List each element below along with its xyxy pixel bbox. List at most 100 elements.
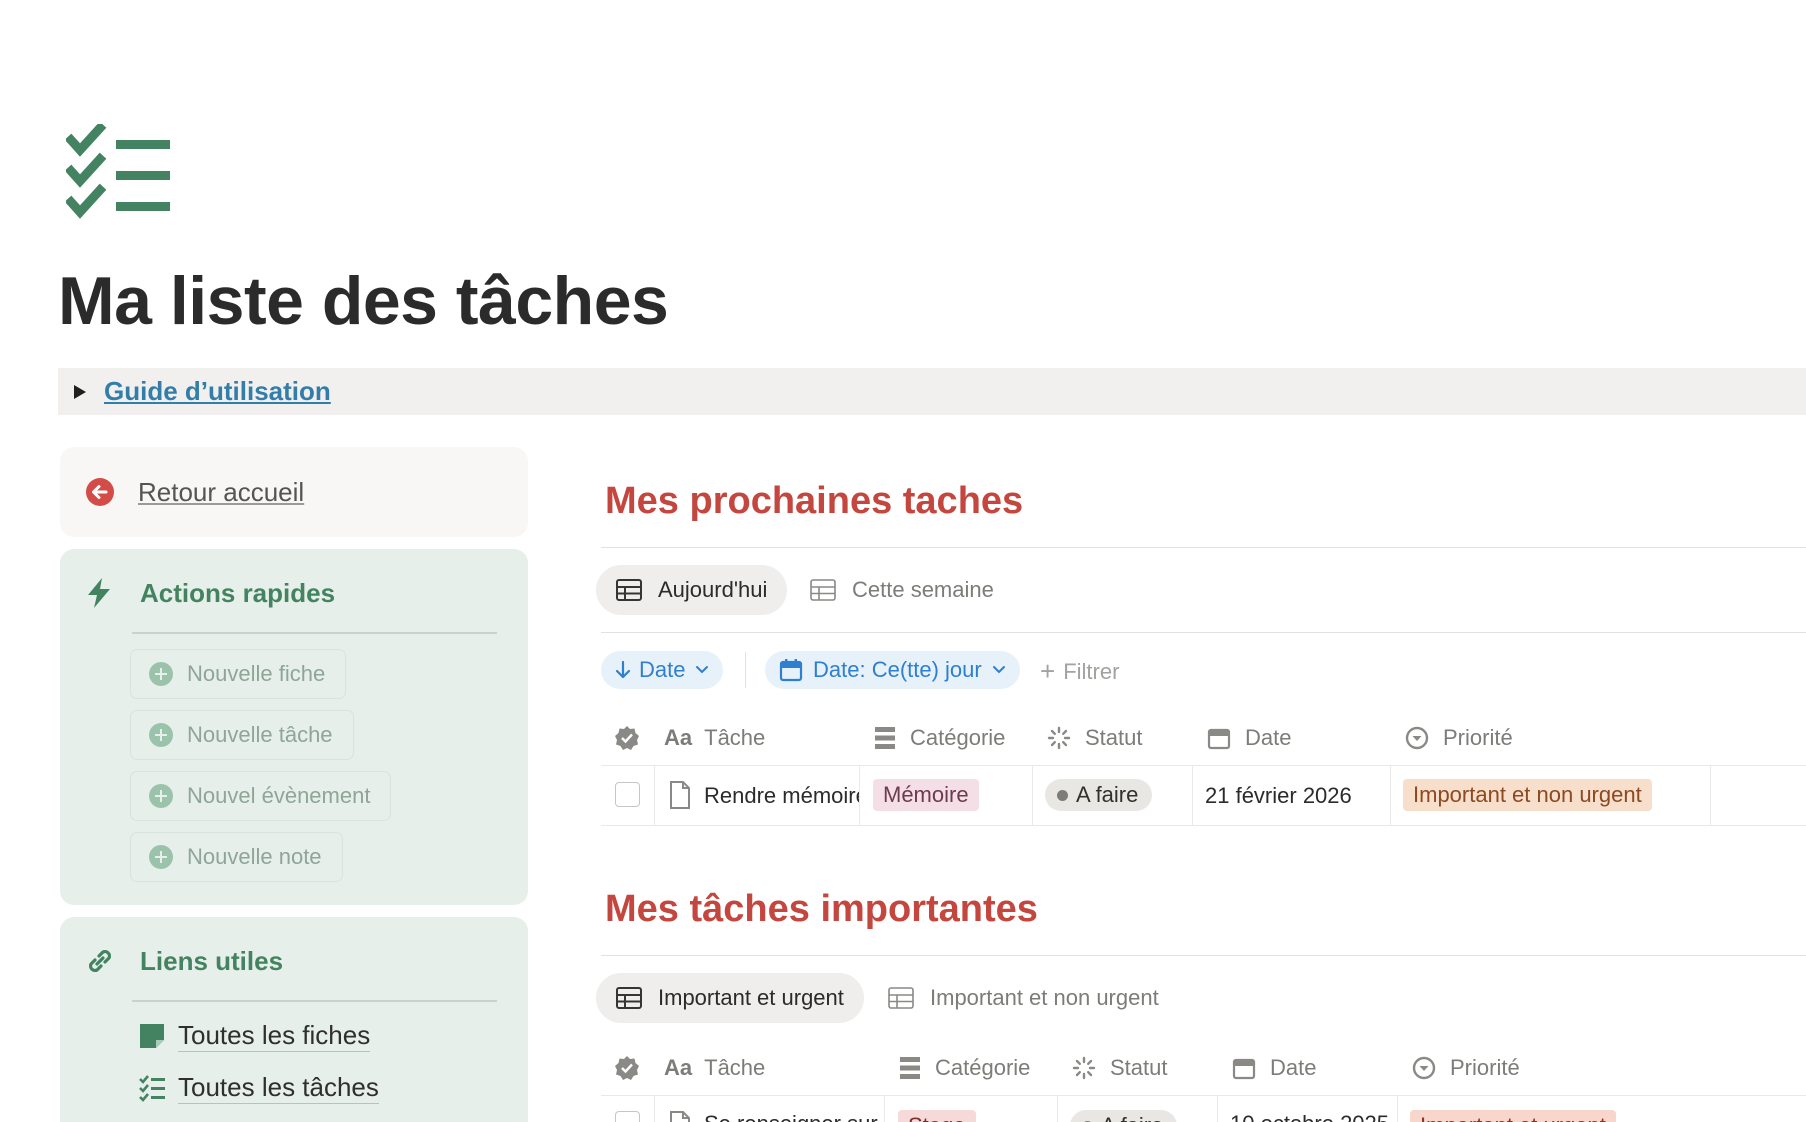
useful-links-title: Liens utiles [140,945,284,976]
column-header-priorite[interactable]: Priorité [1412,1055,1520,1081]
sort-chip-date[interactable]: Date [601,651,724,689]
chevron-circle-icon [1412,1056,1436,1080]
column-header-tache[interactable]: Aa Tâche [664,1055,765,1081]
column-divider [884,1096,885,1122]
arrow-left-circle-icon[interactable] [86,478,114,506]
page-title: Ma liste des tâches [58,263,669,339]
chevron-circle-icon [1405,726,1429,750]
tab-important-not-urgent[interactable]: Important et non urgent [868,973,1179,1023]
cell-date[interactable]: 21 février 2026 [1205,783,1352,809]
column-label: Catégorie [935,1055,1031,1080]
status-badge[interactable]: A faire [1070,1110,1178,1122]
select-property-icon [875,727,895,749]
status-label: A faire [1101,1113,1163,1122]
column-divider [1192,766,1193,825]
tab-this-week[interactable]: Cette semaine [790,565,1014,615]
verified-check-icon[interactable] [614,1055,640,1081]
quick-actions-card: Actions rapides Nouvelle fiche Nouvelle … [60,549,528,905]
cell-tache[interactable]: Rendre mémoire [704,783,859,809]
calendar-icon [1207,728,1231,750]
button-label: Nouvelle tâche [187,722,333,747]
link-label[interactable]: Toutes les fiches [178,1020,371,1052]
new-event-button[interactable]: Nouvel évènement [130,771,392,821]
table-icon [616,987,642,1009]
status-dot-icon [1057,789,1068,801]
tab-today[interactable]: Aujourd'hui [596,565,788,615]
divider [601,632,1806,633]
link-label[interactable]: Toutes les tâches [178,1072,379,1104]
tab-label: Important et urgent [658,985,844,1010]
tab-label: Important et non urgent [930,985,1159,1010]
column-label: Tâche [704,725,766,750]
cell-date[interactable]: 10 octobre 2025 [1230,1111,1389,1122]
calendar-icon [779,659,803,682]
divider [132,1000,497,1002]
status-label: A faire [1076,782,1139,807]
column-label: Date [1270,1055,1317,1080]
toggle-triangle-icon[interactable] [74,384,86,399]
tab-important-urgent[interactable]: Important et urgent [596,973,864,1023]
plus-icon: + [1040,656,1056,686]
quick-actions-header: Actions rapides [84,577,335,609]
button-label: Nouvelle note [187,844,322,869]
guide-link[interactable]: Guide d’utilisation [104,376,331,407]
link-icon [88,949,112,973]
button-label: Nouvelle fiche [187,661,326,686]
column-header-statut[interactable]: Statut [1072,1055,1167,1081]
divider [745,652,746,688]
status-badge[interactable]: A faire [1045,779,1153,811]
quick-actions-title: Actions rapides [140,577,336,608]
category-tag[interactable]: Stage [898,1110,976,1122]
priority-tag[interactable]: Important et urgent [1410,1110,1616,1122]
guide-toggle[interactable]: Guide d’utilisation [58,368,1806,415]
select-property-icon [900,1057,920,1079]
table-icon [810,579,836,601]
plus-circle-icon [149,845,173,869]
verified-check-icon[interactable] [614,725,640,751]
row-checkbox[interactable] [615,782,640,807]
new-note-button[interactable]: Nouvelle note [130,832,343,882]
add-filter-button[interactable]: + Filtrer [1040,656,1119,687]
row-divider [601,765,1806,766]
calendar-icon [1232,1058,1256,1080]
chip-label: Date [639,657,686,682]
status-loader-icon [1072,1056,1096,1080]
column-header-categorie[interactable]: Catégorie [874,725,1005,751]
checklist-icon [66,124,170,219]
tab-label: Aujourd'hui [658,577,768,602]
column-header-date[interactable]: Date [1232,1055,1316,1081]
checklist-icon [139,1075,165,1102]
plus-circle-icon [149,784,173,808]
column-header-priorite[interactable]: Priorité [1405,725,1513,751]
table-icon [888,987,914,1009]
plus-circle-icon [149,662,173,686]
table-icon [616,579,642,601]
page-icon [670,781,690,809]
category-tag[interactable]: Mémoire [873,779,979,811]
column-label: Statut [1110,1055,1168,1080]
column-header-tache[interactable]: Aa Tâche [664,725,765,751]
column-label: Priorité [1450,1055,1520,1080]
priority-tag[interactable]: Important et non urgent [1403,779,1652,811]
column-divider [1217,1096,1218,1122]
column-divider [1032,766,1033,825]
home-link[interactable]: Retour accueil [138,477,304,508]
link-all-sheets[interactable]: Toutes les fiches [138,1020,371,1052]
new-task-button[interactable]: Nouvelle tâche [130,710,354,760]
tab-label: Cette semaine [852,577,994,602]
column-header-date[interactable]: Date [1207,725,1291,751]
column-divider [1390,766,1391,825]
column-header-categorie[interactable]: Catégorie [899,1055,1030,1081]
cell-tache[interactable]: Se renseigner sur [704,1111,884,1122]
new-sheet-button[interactable]: Nouvelle fiche [130,649,347,699]
link-all-tasks[interactable]: Toutes les tâches [138,1072,379,1104]
filter-chip-date[interactable]: Date: Ce(tte) jour [765,651,1020,689]
chevron-down-icon [992,666,1005,674]
column-divider [654,1096,655,1122]
section-title-important-tasks: Mes tâches importantes [605,888,1038,930]
row-checkbox[interactable] [615,1111,640,1122]
column-divider [1057,1096,1058,1122]
column-divider [654,766,655,825]
column-header-statut[interactable]: Statut [1047,725,1142,751]
column-label: Priorité [1443,725,1513,750]
